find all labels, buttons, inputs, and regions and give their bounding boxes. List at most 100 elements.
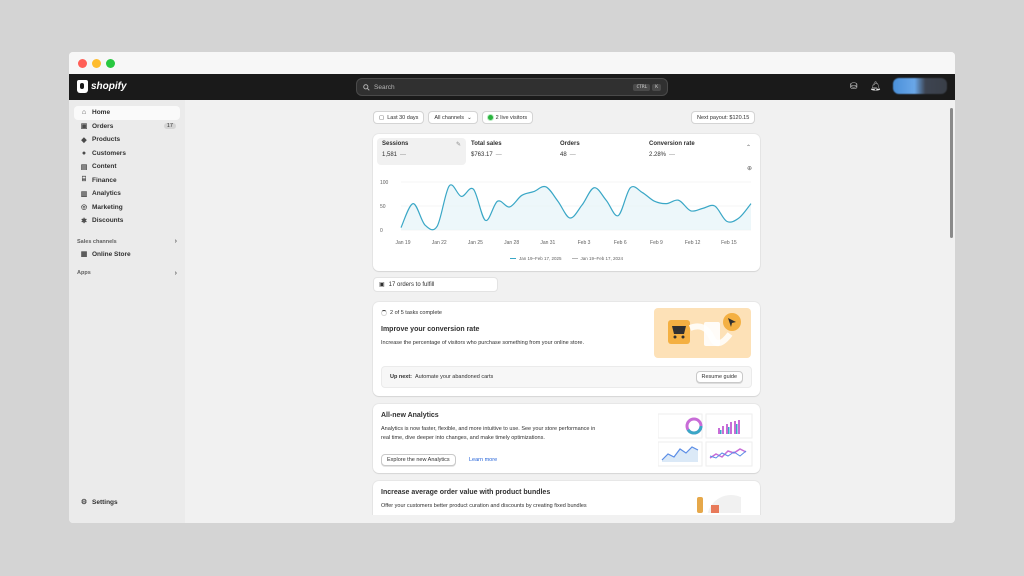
metric-orders[interactable]: Orders 48— bbox=[555, 138, 644, 165]
live-visitors-button[interactable]: 2 live visitors bbox=[481, 111, 534, 124]
gear-icon: ⚙ bbox=[80, 499, 88, 507]
metric-sessions[interactable]: Sessions 1,581— ✎ bbox=[377, 138, 466, 165]
inbox-icon: ▣ bbox=[80, 123, 88, 131]
y-tick-label: 0 bbox=[380, 228, 383, 234]
metric-value-row: 48— bbox=[560, 152, 639, 158]
conversion-illustration bbox=[654, 308, 751, 358]
bundles-card: Increase average order value with produc… bbox=[373, 481, 760, 515]
legend-label: Jan 19–Feb 17, 2024 bbox=[580, 256, 624, 261]
store-switch-icon[interactable]: ⛁ bbox=[850, 81, 858, 92]
bundles-illustration-icon bbox=[697, 495, 741, 513]
up-next-text: Automate your abandoned carts bbox=[415, 374, 494, 380]
sidebar-item-finance[interactable]: ⌸ Finance bbox=[74, 174, 180, 188]
sidebar-item-label: Content bbox=[92, 163, 117, 171]
top-actions: ⛁ 🔔︎ bbox=[850, 78, 947, 94]
inbox-icon: ▣ bbox=[379, 282, 385, 288]
zoom-icon[interactable]: ⊕ bbox=[747, 165, 752, 172]
metric-value: 2.28% bbox=[649, 152, 667, 158]
sidebar-item-label: Settings bbox=[92, 498, 118, 506]
x-tick-label: Feb 3 bbox=[578, 240, 591, 246]
sidebar-item-customers[interactable]: ● Customers bbox=[74, 147, 180, 161]
legend-previous: Jan 19–Feb 17, 2024 bbox=[571, 256, 624, 261]
explore-analytics-button[interactable]: Explore the new Analytics bbox=[381, 454, 456, 466]
progress-ring-icon bbox=[381, 310, 387, 316]
sessions-chart: 100 50 0 Jan 19 Jan 22 Jan 25 Jan 28 Jan 31 Feb … bbox=[380, 180, 752, 246]
sidebar-item-home[interactable]: ⌂ Home bbox=[74, 106, 180, 120]
orders-count-badge: 17 bbox=[163, 123, 176, 130]
close-window-button[interactable] bbox=[78, 58, 87, 68]
top-bar: shopify Search CTRL K ⛁ 🔔︎ bbox=[69, 74, 955, 100]
metric-total-sales[interactable]: Total sales $763.17— bbox=[466, 138, 555, 165]
next-payout-button[interactable]: Next payout: $120.15 bbox=[691, 111, 756, 124]
payout-label: Next payout: $120.15 bbox=[697, 114, 750, 121]
bell-icon[interactable]: 🔔︎ bbox=[870, 81, 881, 92]
fulfill-label: 17 orders to fulfill bbox=[388, 281, 435, 288]
shortcut-key-k: K bbox=[652, 83, 661, 91]
search-bar[interactable]: Search CTRL K bbox=[356, 78, 668, 96]
target-icon: ◎ bbox=[80, 204, 88, 212]
sidebar-item-label: Discounts bbox=[92, 217, 124, 225]
learn-more-link[interactable]: Learn more bbox=[469, 457, 497, 463]
sessions-chart-card: Sessions 1,581— ✎ Total sales $763.17— O… bbox=[373, 134, 760, 271]
sidebar-item-settings[interactable]: ⚙ Settings bbox=[74, 496, 180, 510]
sidebar-item-content[interactable]: ▤ Content bbox=[74, 160, 180, 174]
scrollbar-thumb[interactable] bbox=[950, 108, 953, 238]
sidebar: ⌂ Home ▣ Orders 17 ◆ Products ● Customers ▤ Co… bbox=[69, 100, 185, 523]
minimize-window-button[interactable] bbox=[92, 58, 101, 68]
tag-icon: ◆ bbox=[81, 136, 87, 144]
calendar-icon: ▢ bbox=[379, 114, 385, 121]
sales-channels-header[interactable]: Sales channels › bbox=[74, 236, 180, 248]
page-scrollbar[interactable] bbox=[949, 104, 954, 519]
sidebar-item-label: Home bbox=[92, 109, 111, 117]
x-tick-label: Feb 15 bbox=[721, 240, 737, 246]
analytics-card-text-line1: Analytics is now faster, flexible, and m… bbox=[381, 426, 596, 432]
brand-name: shopify bbox=[91, 81, 127, 92]
y-tick-label: 50 bbox=[380, 204, 386, 210]
shopify-bag-icon bbox=[77, 80, 88, 93]
sidebar-item-label: Online Store bbox=[92, 250, 131, 258]
maximize-window-button[interactable] bbox=[106, 58, 115, 68]
analytics-card-text-line2: real time, dive deeper into changes, and… bbox=[381, 435, 545, 441]
sidebar-item-orders[interactable]: ▣ Orders 17 bbox=[74, 120, 180, 134]
channels-dropdown[interactable]: All channels ⌄ bbox=[428, 111, 478, 124]
analytics-card-title: All-new Analytics bbox=[381, 412, 439, 419]
apps-header[interactable]: Apps › bbox=[74, 267, 180, 279]
shortcut-key-ctrl: CTRL bbox=[633, 83, 651, 91]
bundles-card-text: Offer your customers better product cura… bbox=[381, 503, 587, 509]
person-icon: ● bbox=[81, 149, 87, 157]
legend-current: Jan 19–Feb 17, 2025 bbox=[509, 256, 562, 261]
chevron-up-icon[interactable]: ⌃ bbox=[746, 144, 751, 151]
bar-chart-icon: ▥ bbox=[80, 190, 88, 198]
sidebar-item-online-store[interactable]: ▦ Online Store bbox=[74, 248, 180, 262]
pencil-icon[interactable]: ✎ bbox=[456, 141, 461, 148]
up-next-label: Up next: bbox=[390, 374, 412, 380]
chart-legend: Jan 19–Feb 17, 2025 Jan 19–Feb 17, 2024 bbox=[373, 256, 760, 261]
tasks-label: 2 of 5 tasks complete bbox=[390, 310, 442, 316]
sidebar-item-products[interactable]: ◆ Products bbox=[74, 133, 180, 147]
x-tick-label: Jan 19 bbox=[395, 240, 410, 246]
date-range-label: Last 30 days bbox=[387, 114, 419, 121]
date-range-button[interactable]: ▢ Last 30 days bbox=[373, 111, 425, 124]
up-next-bar: Up next: Automate your abandoned carts R… bbox=[381, 366, 752, 388]
live-status-icon bbox=[487, 115, 493, 120]
metric-conversion-rate[interactable]: Conversion rate 2.28% — bbox=[644, 138, 733, 165]
metrics-row: Sessions 1,581— ✎ Total sales $763.17— O… bbox=[373, 134, 760, 165]
sidebar-item-analytics[interactable]: ▥ Analytics bbox=[74, 187, 180, 201]
apps-label: Apps bbox=[77, 270, 91, 276]
account-avatar[interactable] bbox=[893, 78, 947, 94]
shopify-logo[interactable]: shopify bbox=[77, 80, 127, 93]
browser-window: shopify Search CTRL K ⛁ 🔔︎ ⌂ Home ▣ Orders… bbox=[69, 52, 955, 523]
bundles-card-title: Increase average order value with produc… bbox=[381, 489, 551, 496]
window-titlebar bbox=[69, 52, 955, 74]
orders-to-fulfill-button[interactable]: ▣ 17 orders to fulfill bbox=[373, 277, 498, 292]
sidebar-item-marketing[interactable]: ◎ Marketing bbox=[74, 201, 180, 215]
resume-guide-button[interactable]: Resume guide bbox=[695, 371, 743, 383]
metric-label: Conversion rate bbox=[649, 141, 695, 147]
x-tick-label: Feb 6 bbox=[614, 240, 627, 246]
sidebar-item-label: Finance bbox=[92, 176, 117, 184]
metric-value-row: $763.17— bbox=[471, 152, 550, 158]
analytics-card: All-new Analytics Analytics is now faste… bbox=[373, 404, 760, 473]
conversion-card-text: Increase the percentage of visitors who … bbox=[381, 340, 584, 346]
metric-label: Sessions bbox=[382, 141, 409, 147]
sidebar-item-discounts[interactable]: ✱ Discounts bbox=[74, 214, 180, 228]
